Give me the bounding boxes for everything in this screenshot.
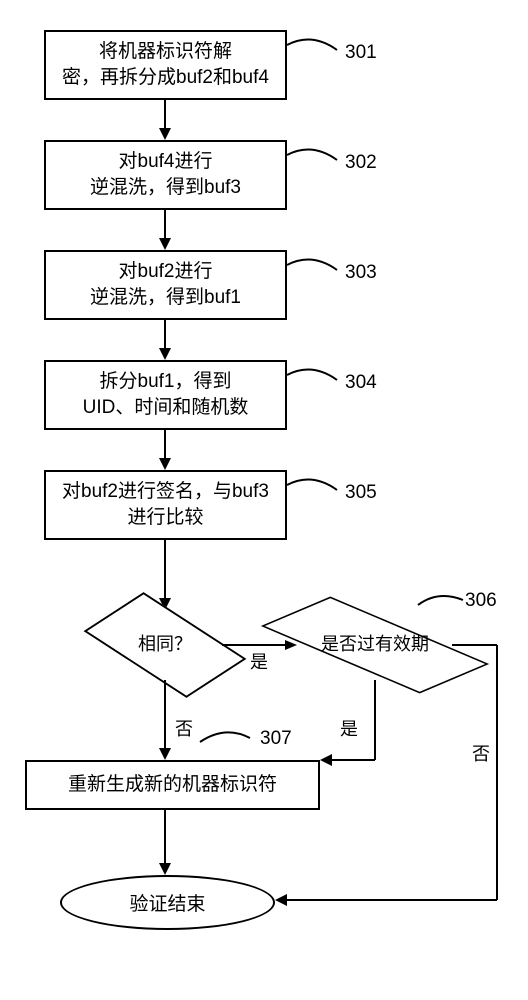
step-303-line1: 对buf2进行 xyxy=(119,259,213,285)
decision-expired-label: 是否过有效期 xyxy=(321,635,429,655)
label-303: 303 xyxy=(345,262,377,284)
callout-307 xyxy=(200,730,260,750)
step-305-line2: 进行比较 xyxy=(127,505,203,531)
step-304: 拆分buf1，得到 UID、时间和随机数 xyxy=(44,360,287,430)
arrow-303-304 xyxy=(159,320,179,360)
label-304: 304 xyxy=(345,372,377,394)
step-303-line2: 逆混洗，得到buf1 xyxy=(90,285,241,311)
step-304-line1: 拆分buf1，得到 xyxy=(100,369,232,395)
label-301: 301 xyxy=(345,42,377,64)
step-305: 对buf2进行签名，与buf3 进行比较 xyxy=(44,470,287,540)
decision-expired: 是否过有效期 xyxy=(295,610,455,680)
step-301-line2: 密，再拆分成buf2和buf4 xyxy=(62,65,269,91)
decision-same: 相同？ xyxy=(105,610,225,680)
arrow-302-303 xyxy=(159,210,179,250)
label-302: 302 xyxy=(345,152,377,174)
step-302: 对buf4进行 逆混洗，得到buf3 xyxy=(44,140,287,210)
label-306: 306 xyxy=(465,590,497,612)
label-expired-no: 否 xyxy=(472,740,490,766)
label-expired-yes: 是 xyxy=(340,715,358,741)
callout-301 xyxy=(287,40,347,60)
label-same-yes: 是 xyxy=(250,648,268,674)
arrow-305-same xyxy=(159,540,179,610)
callout-302 xyxy=(287,150,347,170)
arrow-301-302 xyxy=(159,100,179,140)
arrow-307-end xyxy=(159,810,179,875)
callout-305 xyxy=(287,480,347,500)
decision-same-label: 相同？ xyxy=(138,635,192,655)
step-302-line1: 对buf4进行 xyxy=(119,149,213,175)
callout-304 xyxy=(287,370,347,390)
step-307: 重新生成新的机器标识符 xyxy=(25,760,320,810)
step-305-line1: 对buf2进行签名，与buf3 xyxy=(62,479,269,505)
step-301: 将机器标识符解 密，再拆分成buf2和buf4 xyxy=(44,30,287,100)
label-305: 305 xyxy=(345,482,377,504)
label-307: 307 xyxy=(260,728,292,750)
step-304-line2: UID、时间和随机数 xyxy=(83,395,249,421)
terminal-end-label: 验证结束 xyxy=(129,889,205,916)
callout-303 xyxy=(287,260,347,280)
step-301-line1: 将机器标识符解 xyxy=(99,39,232,65)
step-303: 对buf2进行 逆混洗，得到buf1 xyxy=(44,250,287,320)
arrow-expired-no xyxy=(452,640,512,920)
step-307-text: 重新生成新的机器标识符 xyxy=(68,772,277,798)
terminal-end: 验证结束 xyxy=(60,875,275,930)
label-same-no: 否 xyxy=(175,715,193,741)
arrow-304-305 xyxy=(159,430,179,470)
step-302-line2: 逆混洗，得到buf3 xyxy=(90,175,241,201)
